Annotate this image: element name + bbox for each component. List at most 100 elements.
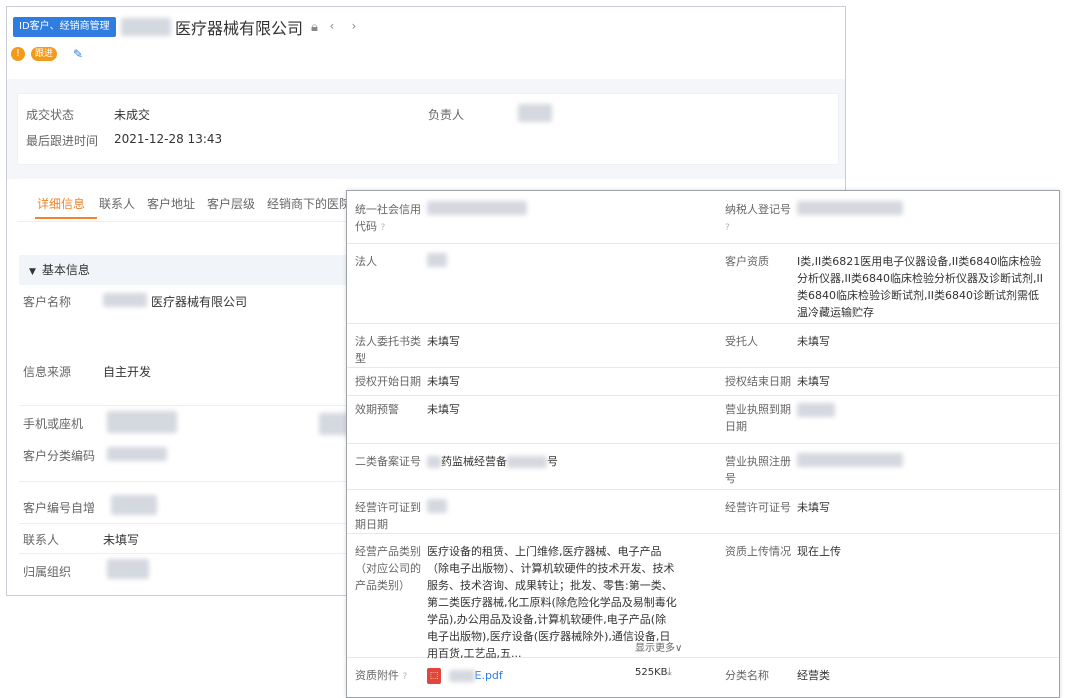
auth-end-value: 未填写 bbox=[797, 375, 830, 388]
help-icon: ? bbox=[402, 672, 408, 682]
status-row: ! 跟进 ✎ bbox=[11, 47, 83, 61]
upload-status-label: 资质上传情况 bbox=[725, 545, 791, 558]
expiry-warn-label: 效期预警 bbox=[355, 403, 399, 416]
class2-record-value: 药监械经营备号 bbox=[427, 453, 558, 470]
show-more-link[interactable]: 显示更多∨ bbox=[635, 639, 682, 654]
tab-address[interactable]: 客户地址 bbox=[147, 195, 195, 212]
edge-redacted bbox=[319, 413, 349, 435]
license-expiry-label: 营业执照到期日期 bbox=[725, 403, 791, 433]
trustee-label: 受托人 bbox=[725, 335, 758, 348]
redacted bbox=[427, 456, 441, 468]
permit-expiry-redacted bbox=[427, 499, 447, 513]
alert-icon: ! bbox=[11, 47, 25, 61]
lock-icon[interactable]: 🔒︎ bbox=[311, 20, 318, 35]
active-tab-indicator bbox=[35, 217, 97, 219]
entrust-type-value: 未填写 bbox=[427, 335, 460, 348]
legal-person-redacted bbox=[427, 253, 447, 267]
field-row: 效期预警 未填写 营业执照到期日期 bbox=[347, 395, 1059, 444]
owner-value-redacted bbox=[518, 104, 552, 122]
field-row: 法人 客户资质 I类,II类6821医用电子仪器设备,II类6840临床检验分析… bbox=[347, 243, 1059, 324]
owner-label: 负责人 bbox=[428, 108, 465, 122]
help-icon: ? bbox=[380, 223, 386, 233]
taxpayer-label: 纳税人登记号? bbox=[725, 203, 791, 233]
redacted bbox=[507, 456, 547, 468]
tab-levels[interactable]: 客户层级 bbox=[207, 195, 255, 212]
customer-name-redacted bbox=[103, 293, 147, 307]
credit-code-label: 统一社会信用代码 ? bbox=[355, 203, 421, 233]
class2-record-label: 二类备案证号 bbox=[355, 455, 421, 468]
caret-down-icon: ▼ bbox=[29, 267, 36, 277]
customer-number-redacted bbox=[111, 495, 157, 515]
info-source-label: 信息来源 bbox=[23, 365, 72, 379]
auth-start-label: 授权开始日期 bbox=[355, 375, 421, 388]
field-row: 统一社会信用代码 ? 纳税人登记号? bbox=[347, 191, 1059, 244]
status-pill[interactable]: 跟进 bbox=[31, 47, 58, 61]
permit-no-value: 未填写 bbox=[797, 501, 830, 514]
category-label: 分类名称 bbox=[725, 669, 769, 682]
next-arrow-icon[interactable]: › bbox=[346, 19, 362, 35]
org-redacted bbox=[107, 559, 149, 579]
qualification-label: 客户资质 bbox=[725, 255, 769, 268]
module-tag[interactable]: ID客户、经销商管理 bbox=[13, 17, 116, 37]
attachment-label: 资质附件 ? bbox=[355, 669, 408, 682]
field-row: 授权开始日期 未填写 授权结束日期 未填写 bbox=[347, 367, 1059, 396]
tab-details[interactable]: 详细信息 bbox=[37, 195, 85, 212]
summary-card: 成交状态 未成交 负责人 最后跟进时间 2021-12-28 13:43 bbox=[17, 93, 839, 165]
edit-pencil-icon[interactable]: ✎ bbox=[73, 47, 83, 61]
help-icon: ? bbox=[725, 223, 730, 233]
tab-hospitals[interactable]: 经销商下的医院 bbox=[267, 195, 351, 212]
permit-expiry-label: 经营许可证到期日期 bbox=[355, 501, 421, 531]
field-row: 资质附件 ? ⬚ E.pdf 525KB ⤓ 分类名称 经营类 bbox=[347, 657, 1059, 697]
last-follow-label: 最后跟进时间 bbox=[26, 134, 99, 148]
trustee-value: 未填写 bbox=[797, 335, 830, 348]
company-name-suffix: 医疗器械有限公司 bbox=[175, 19, 304, 38]
business-scope-label: 经营产品类别（对应公司的产品类别） bbox=[355, 545, 421, 592]
customer-name-value: 医疗器械有限公司 bbox=[151, 295, 248, 309]
deal-status-value: 未成交 bbox=[114, 108, 151, 122]
attachment-file[interactable]: ⬚ E.pdf bbox=[427, 667, 503, 684]
contact-value: 未填写 bbox=[103, 533, 140, 547]
download-icon[interactable]: ⤓ bbox=[667, 665, 672, 679]
divider bbox=[19, 553, 353, 554]
tab-contacts[interactable]: 联系人 bbox=[99, 195, 135, 212]
pdf-file-icon: ⬚ bbox=[427, 668, 441, 684]
expiry-warn-value: 未填写 bbox=[427, 403, 460, 416]
page-title: 医疗器械有限公司 🔒︎ ‹ › bbox=[121, 15, 362, 39]
permit-no-label: 经营许可证号 bbox=[725, 501, 791, 514]
upload-status-value[interactable]: 现在上传 bbox=[797, 543, 1049, 560]
basic-info-section-header[interactable]: ▼ 基本信息 bbox=[19, 255, 353, 285]
taxpayer-redacted bbox=[797, 201, 903, 215]
customer-number-label: 客户编号自增 bbox=[23, 501, 96, 515]
license-reg-label: 营业执照注册号 bbox=[725, 455, 791, 485]
field-row: 法人委托书类型 未填写 受托人 未填写 bbox=[347, 323, 1059, 368]
org-label: 归属组织 bbox=[23, 565, 72, 579]
legal-person-label: 法人 bbox=[355, 255, 377, 268]
field-row: 二类备案证号 药监械经营备号 营业执照注册号 bbox=[347, 443, 1059, 490]
license-reg-redacted bbox=[797, 453, 903, 467]
prev-arrow-icon[interactable]: ‹ bbox=[324, 19, 340, 35]
attachment-name[interactable]: E.pdf bbox=[475, 669, 503, 682]
contact-label: 联系人 bbox=[23, 533, 60, 547]
phone-label: 手机或座机 bbox=[23, 417, 84, 431]
field-row: 经营产品类别（对应公司的产品类别） 医疗设备的租赁、上门维修,医疗器械、电子产品… bbox=[347, 533, 1059, 660]
last-follow-value: 2021-12-28 13:43 bbox=[114, 132, 223, 146]
qualification-value: I类,II类6821医用电子仪器设备,II类6840临床检验分析仪器,II类68… bbox=[797, 255, 1043, 319]
redacted bbox=[448, 670, 475, 682]
section-title: 基本信息 bbox=[41, 263, 90, 277]
auth-start-value: 未填写 bbox=[427, 375, 460, 388]
divider bbox=[19, 523, 353, 524]
info-source-value: 自主开发 bbox=[103, 365, 152, 379]
category-code-label: 客户分类编码 bbox=[23, 449, 96, 463]
attachment-size: 525KB bbox=[635, 667, 668, 678]
divider bbox=[19, 481, 353, 482]
page-header: ID客户、经销商管理 医疗器械有限公司 🔒︎ ‹ › ! 跟进 ✎ bbox=[7, 7, 845, 99]
divider bbox=[19, 405, 353, 406]
auth-end-label: 授权结束日期 bbox=[725, 375, 791, 388]
category-code-redacted bbox=[107, 447, 167, 461]
detail-fields-card: 统一社会信用代码 ? 纳税人登记号? 法人 客户资质 I类,II类6821医用电… bbox=[346, 190, 1060, 698]
deal-status-label: 成交状态 bbox=[26, 108, 75, 122]
license-expiry-redacted bbox=[797, 403, 835, 417]
customer-name-label: 客户名称 bbox=[23, 295, 72, 309]
entrust-type-label: 法人委托书类型 bbox=[355, 335, 421, 365]
field-row: 经营许可证到期日期 经营许可证号 未填写 bbox=[347, 489, 1059, 534]
